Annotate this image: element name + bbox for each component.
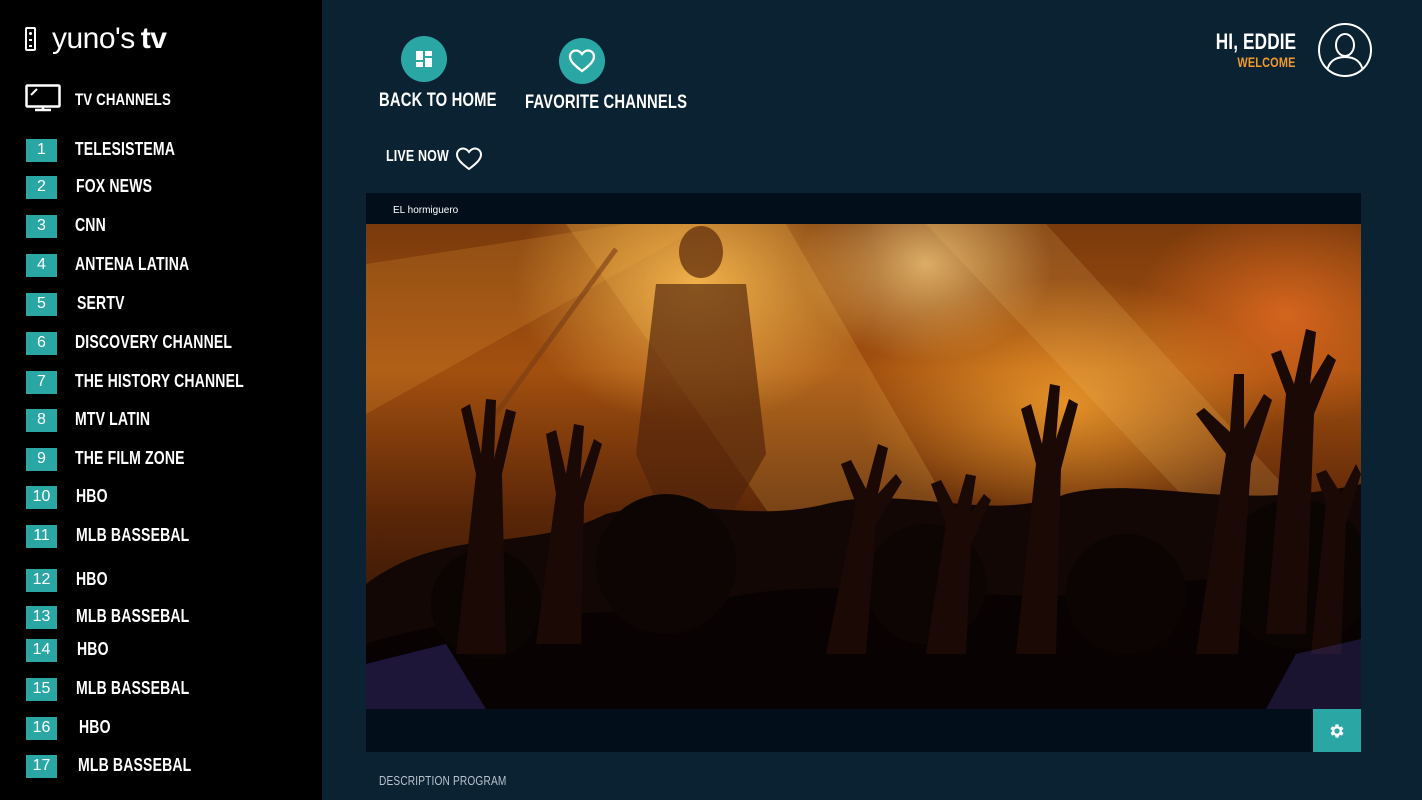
tv-channels-label: TV CHANNELS xyxy=(75,90,172,109)
channel-item-6[interactable]: 6 DISCOVERY CHANNEL xyxy=(26,331,232,355)
channel-name: HBO xyxy=(76,486,108,506)
channel-name: HBO xyxy=(76,569,108,589)
channel-number: 8 xyxy=(26,408,57,432)
channel-name: SERTV xyxy=(77,293,125,313)
channel-number: 12 xyxy=(26,568,57,592)
channel-item-13[interactable]: 13 MLB BASSEBAL xyxy=(26,605,189,629)
channel-name: HBO xyxy=(77,639,109,659)
channel-number: 7 xyxy=(26,370,57,394)
channel-item-2[interactable]: 2 FOX NEWS xyxy=(26,175,152,199)
channel-name: FOX NEWS xyxy=(76,176,153,196)
avatar-icon xyxy=(1326,33,1364,72)
channel-name: MLB BASSEBAL xyxy=(76,606,190,626)
channel-item-12[interactable]: 12 HBO xyxy=(26,568,108,592)
channel-number: 15 xyxy=(26,677,57,701)
avatar[interactable] xyxy=(1318,23,1372,77)
channel-number: 9 xyxy=(26,447,57,471)
welcome-label: WELCOME xyxy=(1237,54,1296,70)
channel-number: 16 xyxy=(26,716,57,740)
channel-name: ANTENA LATINA xyxy=(75,254,190,274)
channel-number: 11 xyxy=(26,524,57,548)
channel-name: MTV LATIN xyxy=(75,409,151,429)
channel-number: 4 xyxy=(26,253,57,277)
sidebar: yuno's tv TV CHANNELS 1 TELESISTEMA 2 FOX NE… xyxy=(0,0,322,800)
channel-number: 5 xyxy=(26,292,57,316)
channel-item-11[interactable]: 11 MLB BASSEBAL xyxy=(26,524,189,548)
settings-button[interactable] xyxy=(1313,709,1361,752)
channel-item-10[interactable]: 10 HBO xyxy=(26,485,108,509)
channel-number: 13 xyxy=(26,605,57,629)
channel-name: DISCOVERY CHANNEL xyxy=(75,332,233,352)
grid-icon xyxy=(401,36,447,82)
channel-number: 10 xyxy=(26,485,57,509)
concert-image xyxy=(366,224,1361,709)
channel-number: 2 xyxy=(26,175,57,199)
channel-name: CNN xyxy=(75,215,106,235)
channel-number: 6 xyxy=(26,331,57,355)
channel-name: THE HISTORY CHANNEL xyxy=(75,371,244,391)
tv-channels-header: TV CHANNELS xyxy=(25,84,171,114)
channel-name: THE FILM ZONE xyxy=(75,448,185,468)
channel-item-17[interactable]: 17 MLB BASSEBAL xyxy=(26,754,191,778)
logo-tv: tv xyxy=(140,22,167,55)
channel-number: 14 xyxy=(26,638,57,662)
favorite-channels-label[interactable]: FAVORITE CHANNELS xyxy=(525,92,687,114)
live-now-label: LIVE NOW xyxy=(386,148,449,165)
video-player[interactable]: EL hormiguero xyxy=(366,193,1361,752)
app-logo[interactable]: yuno's tv xyxy=(25,22,167,56)
tv-icon xyxy=(25,84,61,112)
channel-name: MLB BASSEBAL xyxy=(76,678,190,698)
logo-text: yuno's xyxy=(52,22,135,55)
channel-item-14[interactable]: 14 HBO xyxy=(26,638,109,662)
channel-item-8[interactable]: 8 MTV LATIN xyxy=(26,408,150,432)
channel-item-15[interactable]: 15 MLB BASSEBAL xyxy=(26,677,189,701)
channel-item-5[interactable]: 5 SERTV xyxy=(26,292,124,316)
heart-icon xyxy=(559,38,605,84)
channel-name: HBO xyxy=(79,717,111,737)
channel-item-1[interactable]: 1 TELESISTEMA xyxy=(26,138,175,162)
channel-item-9[interactable]: 9 THE FILM ZONE xyxy=(26,447,185,471)
channel-number: 1 xyxy=(26,138,57,162)
user-greeting: HI, EDDIE xyxy=(1215,29,1296,54)
favorite-channels-button[interactable] xyxy=(559,38,605,84)
channel-number: 3 xyxy=(26,214,57,238)
heart-icon[interactable] xyxy=(455,146,483,172)
program-title: EL hormiguero xyxy=(393,205,459,216)
channel-item-4[interactable]: 4 ANTENA LATINA xyxy=(26,253,189,277)
remote-icon xyxy=(25,27,36,51)
video-frame[interactable] xyxy=(366,224,1361,709)
channel-name: MLB BASSEBAL xyxy=(78,755,192,775)
back-to-home-label[interactable]: BACK TO HOME xyxy=(379,90,497,112)
channel-name: TELESISTEMA xyxy=(75,139,176,159)
back-to-home-button[interactable] xyxy=(401,36,447,82)
description-label: DESCRIPTION PROGRAM xyxy=(379,773,507,788)
channel-name: MLB BASSEBAL xyxy=(76,525,190,545)
gear-icon xyxy=(1330,723,1344,738)
channel-item-7[interactable]: 7 THE HISTORY CHANNEL xyxy=(26,370,244,394)
channel-number: 17 xyxy=(26,754,57,778)
channel-item-16[interactable]: 16 HBO xyxy=(26,716,111,740)
channel-item-3[interactable]: 3 CNN xyxy=(26,214,106,238)
